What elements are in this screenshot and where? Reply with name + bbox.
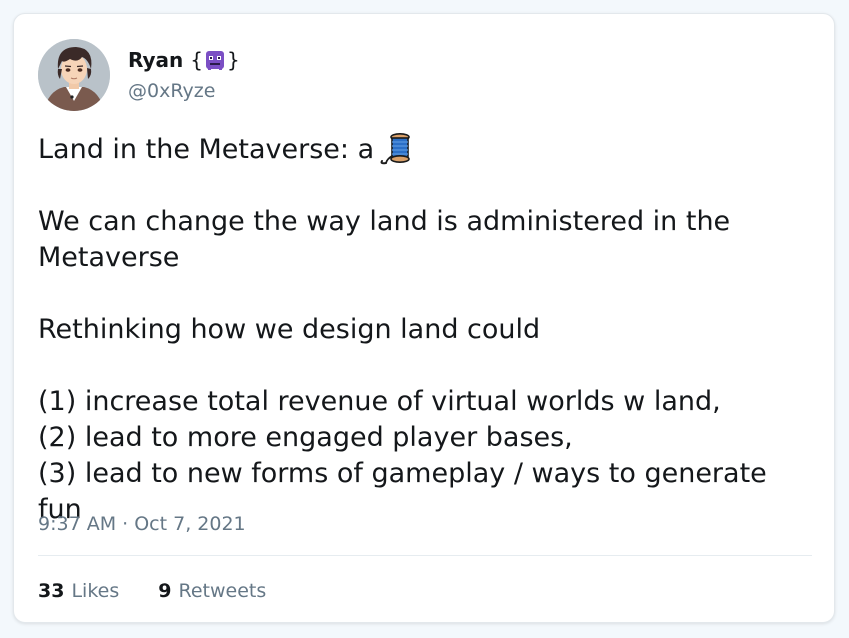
- tweet-text: Land in the Metaverse: a We can change t…: [38, 130, 818, 528]
- brace-open: {: [190, 48, 203, 72]
- divider: [38, 555, 812, 556]
- tweet-stats: 33 Likes 9 Retweets: [38, 578, 299, 604]
- display-name[interactable]: Ryan: [128, 48, 183, 72]
- alien-monster-icon: [204, 49, 226, 71]
- brace-close: }: [226, 48, 240, 72]
- tweet-card: Ryan { } @0xRyze Land in the Metaverse: …: [13, 13, 835, 623]
- tweet-line: (2) lead to more engaged player bases,: [38, 422, 573, 453]
- tweet-line: We can change the way land is administer…: [38, 206, 731, 273]
- likes-stat[interactable]: 33 Likes: [38, 578, 119, 604]
- spool-of-thread-icon: [378, 130, 414, 166]
- tweet-timestamp[interactable]: 9:37 AM · Oct 7, 2021: [38, 511, 246, 537]
- tweet-line: (1) increase total revenue of virtual wo…: [38, 386, 721, 417]
- tweet-line: Rethinking how we design land could: [38, 314, 541, 345]
- likes-count: 33: [38, 580, 65, 602]
- tweet-line: Land in the Metaverse: a: [38, 130, 818, 168]
- retweets-stat[interactable]: 9 Retweets: [158, 578, 266, 604]
- retweets-count: 9: [158, 580, 172, 602]
- avatar[interactable]: [38, 39, 110, 111]
- likes-label: Likes: [71, 580, 120, 602]
- tweet-line-text: Land in the Metaverse: a: [38, 134, 375, 165]
- display-name-row[interactable]: Ryan { }: [128, 47, 240, 73]
- retweets-label: Retweets: [178, 580, 267, 602]
- user-handle[interactable]: @0xRyze: [128, 78, 215, 104]
